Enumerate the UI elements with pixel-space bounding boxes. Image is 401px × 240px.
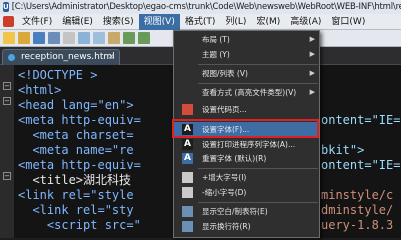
menu-item-view-mode[interactable]: 查看方式 (高亮文件类型)(V) ▶ xyxy=(174,86,319,99)
menu-separator xyxy=(198,83,318,84)
menu-view[interactable]: 视图(V) xyxy=(138,13,180,30)
code-line-tail: bkit"> xyxy=(321,143,365,157)
editor-gutter: − − − xyxy=(0,65,14,238)
zoom-in-icon xyxy=(182,172,193,183)
code-line: <link rel="sty xyxy=(18,203,134,217)
font-icon: A xyxy=(182,139,193,150)
close-icon[interactable]: × xyxy=(107,50,115,65)
menu-column[interactable]: 列(L) xyxy=(220,14,251,30)
code-line-tail: dminstyle/ xyxy=(321,203,394,217)
code-line-tail: ontent="IE= xyxy=(321,158,401,172)
print-icon[interactable] xyxy=(63,32,75,44)
codepage-icon xyxy=(182,104,193,115)
file-icon xyxy=(8,54,15,61)
menu-macro[interactable]: 宏(M) xyxy=(251,14,285,30)
code-line: <meta name="re xyxy=(18,143,134,157)
menu-item-theme[interactable]: 主题 (Y) ▶ xyxy=(174,48,319,61)
zoom-out-icon xyxy=(182,187,193,198)
copy-icon[interactable] xyxy=(93,32,105,44)
code-line: <meta http-equiv= xyxy=(18,158,141,172)
cut-icon[interactable] xyxy=(78,32,90,44)
code-line-tail: uery-1.8.3 xyxy=(321,218,394,232)
redo-icon[interactable] xyxy=(138,32,150,44)
code-line: <meta charset= xyxy=(18,128,134,142)
undo-icon[interactable] xyxy=(123,32,135,44)
code-line: <!DOCTYPE > xyxy=(18,68,98,82)
menu-item-code-page[interactable]: 设置代码页... xyxy=(174,103,319,116)
submenu-arrow-icon: ▶ xyxy=(309,88,315,96)
save-all-icon[interactable] xyxy=(48,32,60,44)
window-titlebar: U [C:\Users\Administrator\Desktop\egao-c… xyxy=(0,0,401,14)
save-icon[interactable] xyxy=(33,32,45,44)
menu-separator xyxy=(198,168,318,169)
menu-file[interactable]: 文件(F) xyxy=(17,14,57,30)
fold-toggle-icon[interactable]: − xyxy=(3,172,11,180)
code-line: <script src=" xyxy=(18,218,141,232)
paste-icon[interactable] xyxy=(108,32,120,44)
open-folder-icon[interactable] xyxy=(18,32,30,44)
menu-edit[interactable]: 编辑(E) xyxy=(57,14,98,30)
menu-item-decrease-font[interactable]: -缩小字号(D) xyxy=(174,186,319,199)
code-line: <html> xyxy=(18,83,62,97)
menu-separator xyxy=(198,202,318,203)
window-title: [C:\Users\Administrator\Desktop\egao-cms… xyxy=(11,2,401,12)
menu-item-show-linebreaks[interactable]: 显示换行符(R) xyxy=(174,220,319,233)
code-line: <head lang="en"> xyxy=(18,98,134,112)
whitespace-icon xyxy=(182,206,193,217)
app-menu-icon[interactable] xyxy=(3,16,14,27)
tab-label: reception_news.html xyxy=(21,52,115,62)
menu-item-view-list[interactable]: 视图/列表 (V) ▶ xyxy=(174,67,319,80)
code-line: <link rel="style xyxy=(18,188,134,202)
font-icon: A xyxy=(182,153,193,164)
menu-item-print-font[interactable]: A 设置打印进程序列字体(A)... xyxy=(174,138,319,151)
menu-item-show-whitespace[interactable]: 显示空白/制表符(E) xyxy=(174,205,319,218)
code-line: <meta http-equiv= xyxy=(18,113,141,127)
submenu-arrow-icon: ▶ xyxy=(309,50,315,58)
menu-item-reset-font[interactable]: A 重置字体 (默认)(R) xyxy=(174,152,319,165)
code-line-tail: minstyle/c xyxy=(321,188,394,202)
menubar: 文件(F) 编辑(E) 搜索(S) 视图(V) 格式(T) 列(L) 宏(M) … xyxy=(0,13,401,30)
menu-item-layout[interactable]: 布局 (T) ▶ xyxy=(174,33,319,46)
menu-item-increase-font[interactable]: +增大字号(I) xyxy=(174,171,319,184)
code-line-tail: ontent="IE= xyxy=(321,113,401,127)
submenu-arrow-icon: ▶ xyxy=(309,69,315,77)
menu-format[interactable]: 格式(T) xyxy=(180,14,221,30)
linebreak-icon xyxy=(182,221,193,232)
menu-advanced[interactable]: 高级(A) xyxy=(285,14,326,30)
tab-reception-news[interactable]: reception_news.html × xyxy=(2,49,120,65)
menu-search[interactable]: 搜索(S) xyxy=(98,14,139,30)
app-icon: U xyxy=(3,2,9,12)
submenu-arrow-icon: ▶ xyxy=(309,35,315,43)
menu-window[interactable]: 窗口(W) xyxy=(326,14,370,30)
annotation-highlight-box xyxy=(172,119,319,138)
menu-separator xyxy=(198,64,318,65)
new-file-icon[interactable] xyxy=(3,32,15,44)
fold-toggle-icon[interactable]: − xyxy=(3,82,11,90)
code-line: <title>湖北科技 xyxy=(18,173,132,187)
fold-toggle-icon[interactable]: − xyxy=(3,97,11,105)
